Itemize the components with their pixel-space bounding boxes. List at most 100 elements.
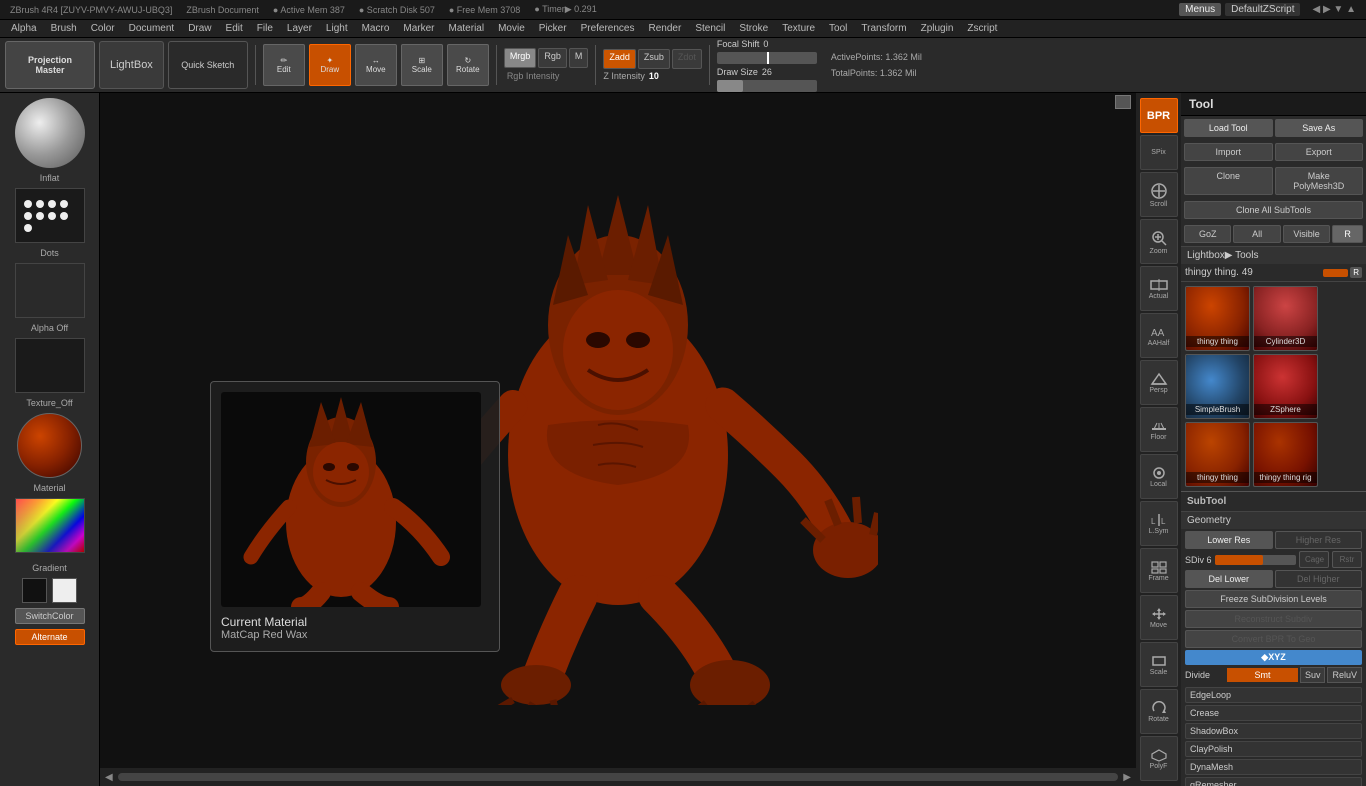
switch-color-button[interactable]: SwitchColor: [15, 608, 85, 624]
edgeloop-button[interactable]: EdgeLoop: [1185, 687, 1362, 703]
lsym-button[interactable]: LL L.Sym: [1140, 501, 1178, 546]
menu-alpha[interactable]: Alpha: [4, 23, 44, 34]
clone-button[interactable]: Clone: [1184, 167, 1273, 195]
menu-stencil[interactable]: Stencil: [688, 23, 732, 34]
viewport-scroll-bar[interactable]: [118, 773, 1119, 781]
shadowbox-button[interactable]: ShadowBox: [1185, 723, 1362, 739]
polyf-button[interactable]: PolyF: [1140, 736, 1178, 781]
higher-res-button[interactable]: Higher Res: [1275, 531, 1363, 549]
spix-button[interactable]: SPix: [1140, 135, 1178, 170]
menu-edit[interactable]: Edit: [219, 23, 250, 34]
export-button[interactable]: Export: [1275, 143, 1364, 161]
rotate-icon-button[interactable]: Rotate: [1140, 689, 1178, 734]
lightbox-button[interactable]: LightBox: [99, 41, 164, 89]
draw-size-slider[interactable]: [717, 80, 817, 92]
thumb-thingy-thing[interactable]: thingy thing: [1185, 286, 1250, 351]
lower-res-button[interactable]: Lower Res: [1185, 531, 1273, 549]
zoom-button[interactable]: Zoom: [1140, 219, 1178, 264]
menu-picker[interactable]: Picker: [532, 23, 574, 34]
convert-bpr-button[interactable]: Convert BPR To Geo: [1185, 630, 1362, 648]
edit-button[interactable]: ✏ Edit: [263, 44, 305, 86]
thumb-zsphere[interactable]: ZSphere: [1253, 354, 1318, 419]
viewport-right-arrow[interactable]: ▶: [1123, 772, 1131, 783]
color-picker-area[interactable]: [15, 498, 85, 558]
goz-button[interactable]: GoZ: [1184, 225, 1231, 243]
menu-preferences[interactable]: Preferences: [574, 23, 642, 34]
alpha-off-preview[interactable]: [15, 263, 85, 318]
xyz-button[interactable]: ◆XYZ: [1185, 650, 1362, 665]
reconstruct-subdiv-button[interactable]: Reconstruct Subdiv: [1185, 610, 1362, 628]
m-button[interactable]: M: [569, 48, 589, 68]
menu-texture[interactable]: Texture: [775, 23, 822, 34]
thumb-simplebrush[interactable]: SimpleBrush: [1185, 354, 1250, 419]
import-button[interactable]: Import: [1184, 143, 1273, 161]
draw-button[interactable]: ✦ Draw: [309, 44, 351, 86]
material-preview[interactable]: [17, 413, 82, 478]
menu-tool[interactable]: Tool: [822, 23, 854, 34]
canvas-area[interactable]: Current Material MatCap Red Wax ◀ ▶: [100, 93, 1136, 786]
zdot-button[interactable]: Zdot: [672, 49, 702, 69]
menu-transform[interactable]: Transform: [854, 23, 913, 34]
black-swatch[interactable]: [22, 578, 47, 603]
reluv-button[interactable]: ReluV: [1327, 667, 1362, 683]
menu-stroke[interactable]: Stroke: [732, 23, 775, 34]
mrgb-button[interactable]: Mrgb: [504, 48, 537, 68]
menu-layer[interactable]: Layer: [280, 23, 319, 34]
smt-button[interactable]: Smt: [1227, 668, 1298, 682]
menu-material[interactable]: Material: [442, 23, 492, 34]
menu-draw[interactable]: Draw: [181, 23, 218, 34]
all-button[interactable]: All: [1233, 225, 1280, 243]
menu-zplugin[interactable]: Zplugin: [914, 23, 961, 34]
rgb-button[interactable]: Rgb: [538, 48, 567, 68]
del-lower-button[interactable]: Del Lower: [1185, 570, 1273, 588]
white-swatch[interactable]: [52, 578, 77, 603]
aahalf-button[interactable]: AA AAHalf: [1140, 313, 1178, 358]
menu-color[interactable]: Color: [84, 23, 122, 34]
menu-render[interactable]: Render: [642, 23, 689, 34]
visible-button[interactable]: Visible: [1283, 225, 1330, 243]
qremesher-button[interactable]: qRemesher: [1185, 777, 1362, 786]
nav-icons[interactable]: ◀ ▶ ▼ ▲: [1306, 4, 1362, 15]
scroll-button[interactable]: Scroll: [1140, 172, 1178, 217]
suv-button[interactable]: Suv: [1300, 667, 1326, 683]
save-as-button[interactable]: Save As: [1275, 119, 1364, 137]
alpha-sphere[interactable]: [15, 98, 85, 168]
thumb-thingy-rig[interactable]: thingy thing rig: [1253, 422, 1318, 487]
thingy-thing-item[interactable]: thingy thing. 49 R: [1181, 264, 1366, 282]
thumb-thingy[interactable]: thingy thing: [1185, 422, 1250, 487]
load-tool-button[interactable]: Load Tool: [1184, 119, 1273, 137]
quick-sketch-button[interactable]: Quick Sketch: [168, 41, 248, 89]
viewport-left-arrow[interactable]: ◀: [105, 772, 113, 783]
menu-marker[interactable]: Marker: [396, 23, 441, 34]
zsub-button[interactable]: Zsub: [638, 49, 670, 69]
menu-file[interactable]: File: [250, 23, 280, 34]
r-badge[interactable]: R: [1332, 225, 1363, 243]
clone-all-subtools-button[interactable]: Clone All SubTools: [1184, 201, 1363, 219]
crease-button[interactable]: Crease: [1185, 705, 1362, 721]
lightbox-tools-section[interactable]: Lightbox▶ Tools: [1181, 246, 1366, 264]
menu-light[interactable]: Light: [319, 23, 355, 34]
subtool-header[interactable]: SubTool: [1181, 491, 1366, 511]
bpr-button[interactable]: BPR: [1140, 98, 1178, 133]
menu-movie[interactable]: Movie: [491, 23, 532, 34]
viewport[interactable]: Current Material MatCap Red Wax: [100, 111, 1136, 768]
menu-macro[interactable]: Macro: [355, 23, 397, 34]
persp-button[interactable]: Persp: [1140, 360, 1178, 405]
move-icon-button[interactable]: Move: [1140, 595, 1178, 640]
default-script[interactable]: DefaultZScript: [1225, 3, 1300, 16]
zadd-button[interactable]: Zadd: [603, 49, 636, 69]
projection-master-button[interactable]: Projection Master: [5, 41, 95, 89]
cage-button[interactable]: Cage: [1299, 551, 1329, 568]
move-button[interactable]: ↔ Move: [355, 44, 397, 86]
dots-preview[interactable]: [15, 188, 85, 243]
dynamesh-button[interactable]: DynaMesh: [1185, 759, 1362, 775]
frame-button[interactable]: Frame: [1140, 548, 1178, 593]
thumb-cylinder3d[interactable]: Cylinder3D: [1253, 286, 1318, 351]
texture-off-preview[interactable]: [15, 338, 85, 393]
menu-brush[interactable]: Brush: [44, 23, 84, 34]
sdiv-slider[interactable]: [1215, 555, 1296, 565]
freeze-subdiv-button[interactable]: Freeze SubDivision Levels: [1185, 590, 1362, 608]
floor-button[interactable]: Floor: [1140, 407, 1178, 452]
make-polymesh3d-button[interactable]: Make PolyMesh3D: [1275, 167, 1364, 195]
rotate-button[interactable]: ↻ Rotate: [447, 44, 489, 86]
